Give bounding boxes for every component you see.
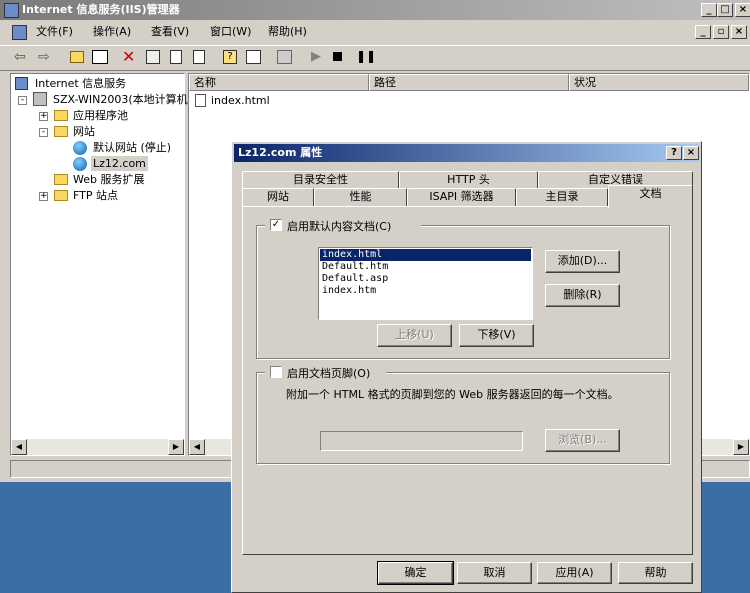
default-site-globe-icon <box>73 141 87 155</box>
cancel-button[interactable]: 取消 <box>457 562 532 584</box>
add-button[interactable]: 添加(D)... <box>545 250 620 273</box>
tree-root[interactable]: Internet 信息服务 <box>35 76 126 91</box>
apply-button[interactable]: 应用(A) <box>537 562 612 584</box>
child-close-button[interactable]: × <box>731 25 747 39</box>
tree-ftp-sites[interactable]: FTP 站点 <box>73 188 118 203</box>
tree-app-pools[interactable]: 应用程序池 <box>73 108 128 123</box>
tree-default-site[interactable]: 默认网站 (停止) <box>93 140 171 155</box>
expander-app-pools[interactable]: + <box>39 112 48 121</box>
footer-group-label: 启用文档页脚(O) <box>265 365 386 380</box>
child-minimize-button[interactable]: _ <box>695 25 711 39</box>
app-pools-folder-icon <box>54 110 68 121</box>
file-icon <box>195 94 206 107</box>
ftp-folder-icon <box>54 190 68 201</box>
list-scroll-left[interactable]: ◀ <box>189 439 205 455</box>
menu-window[interactable]: 窗口(W) <box>210 22 251 42</box>
expander-ftp[interactable]: + <box>39 192 48 201</box>
default-doc-group-label: ✓ 启用默认内容文档(C) <box>265 218 421 233</box>
col-path[interactable]: 路径 <box>369 74 569 91</box>
iis-root-icon <box>15 77 28 90</box>
toolbar: ⇦ ⇨ ✕ ? ▶ ❚❚ <box>0 45 750 71</box>
browse-button[interactable]: 浏览(B)... <box>545 429 620 452</box>
help-icon[interactable]: ? <box>223 50 237 64</box>
tree-server[interactable]: SZX-WIN2003(本地计算机 <box>53 92 188 107</box>
tree-websites[interactable]: 网站 <box>73 124 95 139</box>
forward-arrow-icon[interactable]: ⇨ <box>38 49 50 65</box>
tab-website[interactable]: 网站 <box>242 188 314 206</box>
tree-web-ext[interactable]: Web 服务扩展 <box>73 172 144 187</box>
tab-performance[interactable]: 性能 <box>314 188 407 206</box>
main-window-title: Internet 信息服务(IIS)管理器 <box>22 3 180 16</box>
footer-description: 附加一个 HTML 格式的页脚到您的 Web 服务器返回的每一个文档。 <box>286 388 619 401</box>
tree-pane: Internet 信息服务 - SZX-WIN2003(本地计算机 + 应用程序… <box>10 73 188 456</box>
expander-websites[interactable]: - <box>39 128 48 137</box>
server-icon <box>33 92 47 106</box>
lz12-site-globe-icon <box>73 157 87 171</box>
default-doc-item[interactable]: Default.asp <box>320 273 531 285</box>
doc-icon <box>12 25 27 40</box>
minimize-button[interactable]: _ <box>701 3 717 17</box>
child-restore-button[interactable]: ▫ <box>713 25 729 39</box>
dialog-title: Lz12.com 属性 <box>238 146 323 159</box>
up-folder-icon[interactable] <box>70 51 84 63</box>
col-name[interactable]: 名称 <box>189 74 369 91</box>
enable-footer-checkbox[interactable] <box>270 366 282 378</box>
dialog-close-button[interactable]: × <box>683 146 699 160</box>
show-tree-icon[interactable] <box>92 50 108 64</box>
tree-lz12-site[interactable]: Lz12.com <box>91 156 148 171</box>
menu-file[interactable]: 文件(F) <box>36 22 73 42</box>
tab-directory-security[interactable]: 目录安全性 <box>242 171 399 189</box>
default-doc-item[interactable]: index.html <box>320 249 531 261</box>
maximize-button[interactable]: □ <box>717 3 733 17</box>
play-icon[interactable]: ▶ <box>311 49 321 64</box>
tab-isapi-filters[interactable]: ISAPI 筛选器 <box>407 188 516 206</box>
main-title-bar[interactable]: Internet 信息服务(IIS)管理器 <box>0 0 750 20</box>
web-ext-folder-icon <box>54 174 68 185</box>
list-row-index[interactable]: index.html <box>211 93 270 108</box>
col-status[interactable]: 状况 <box>569 74 749 91</box>
export-icon[interactable] <box>193 50 205 64</box>
dialog-title-bar[interactable]: Lz12.com 属性 <box>234 144 699 162</box>
refresh-icon[interactable] <box>170 50 182 64</box>
close-button[interactable]: × <box>735 3 750 17</box>
iis-app-icon <box>4 3 19 18</box>
websites-folder-icon <box>54 126 68 137</box>
enable-footer-label[interactable]: 启用文档页脚(O) <box>287 365 370 381</box>
tree-scroll-right[interactable]: ▶ <box>168 439 184 455</box>
move-up-button[interactable]: 上移(U) <box>377 324 452 347</box>
enable-default-doc-checkbox[interactable]: ✓ <box>270 219 282 231</box>
computer-icon[interactable] <box>277 50 292 64</box>
pause-icon[interactable]: ❚❚ <box>356 49 376 63</box>
enable-default-doc-label[interactable]: 启用默认内容文档(C) <box>287 218 391 234</box>
move-down-button[interactable]: 下移(V) <box>459 324 534 347</box>
tree-scroll-left[interactable]: ◀ <box>11 439 27 455</box>
ok-button[interactable]: 确定 <box>377 561 454 585</box>
expander-server[interactable]: - <box>18 96 27 105</box>
properties-dialog: Lz12.com 属性 ? × 目录安全性 HTTP 头 自定义错误 网站 性能… <box>231 141 702 593</box>
default-doc-item[interactable]: Default.htm <box>320 261 531 273</box>
default-doc-listbox[interactable]: index.html Default.htm Default.asp index… <box>318 247 533 320</box>
footer-path-input[interactable] <box>320 431 523 451</box>
console-icon[interactable] <box>246 50 261 64</box>
menu-view[interactable]: 查看(V) <box>151 22 189 42</box>
documents-tab-page: ✓ 启用默认内容文档(C) index.html Default.htm Def… <box>242 206 693 555</box>
help-button[interactable]: 帮助 <box>618 562 693 584</box>
list-scroll-right[interactable]: ▶ <box>733 439 749 455</box>
properties-icon[interactable] <box>146 50 160 64</box>
tree-hscrollbar[interactable]: ◀ ▶ <box>11 439 184 455</box>
delete-icon[interactable]: ✕ <box>122 47 135 66</box>
menu-action[interactable]: 操作(A) <box>93 22 131 42</box>
menu-help[interactable]: 帮助(H) <box>268 22 307 42</box>
tab-http-headers[interactable]: HTTP 头 <box>399 171 538 189</box>
stop-icon[interactable] <box>333 52 342 61</box>
remove-button[interactable]: 删除(R) <box>545 284 620 307</box>
menu-bar: 文件(F) 操作(A) 查看(V) 窗口(W) 帮助(H) <box>0 22 750 42</box>
tab-documents[interactable]: 文档 <box>608 185 693 208</box>
tab-home-directory[interactable]: 主目录 <box>516 188 608 206</box>
default-doc-item[interactable]: index.htm <box>320 285 531 297</box>
back-arrow-icon[interactable]: ⇦ <box>14 49 26 65</box>
dialog-help-button[interactable]: ? <box>666 146 682 160</box>
